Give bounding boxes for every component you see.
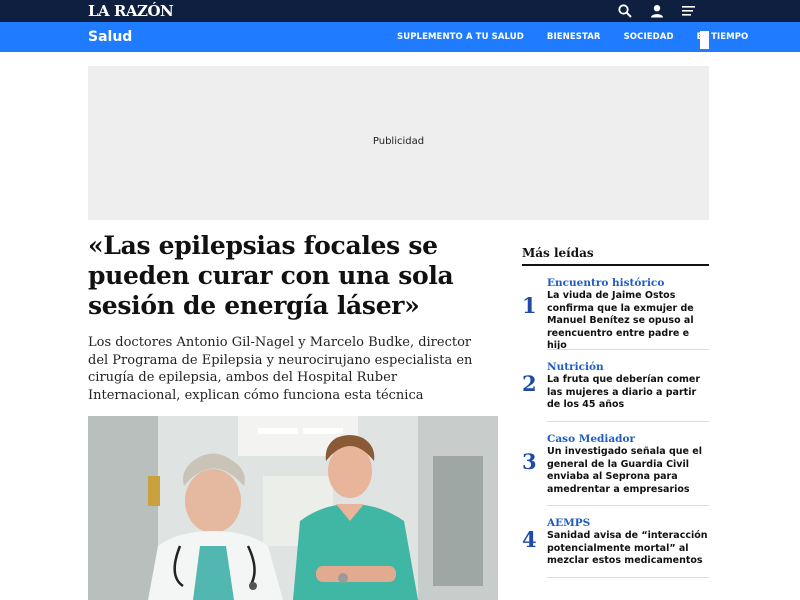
most-read-number: 3 bbox=[522, 449, 537, 474]
article-subhead: Los doctores Antonio Gil-Nagel y Marcelo… bbox=[88, 335, 473, 403]
most-read-number: 4 bbox=[522, 527, 537, 552]
nav-scroll-fade bbox=[700, 31, 709, 49]
most-read-divider bbox=[522, 264, 709, 266]
section-nav-bar: Salud SUPLEMENTO A TU SALUD BIENESTAR SO… bbox=[0, 22, 800, 52]
nav-link-sociedad[interactable]: SOCIEDAD bbox=[624, 32, 674, 42]
divider bbox=[547, 577, 709, 578]
user-icon[interactable] bbox=[648, 2, 666, 20]
ad-banner[interactable]: Publicidad bbox=[88, 66, 709, 220]
menu-icon[interactable] bbox=[680, 2, 698, 20]
divider bbox=[547, 421, 709, 422]
most-read-category[interactable]: AEMPS bbox=[547, 517, 590, 529]
most-read-headline[interactable]: Sanidad avisa de “interacción potencialm… bbox=[547, 530, 712, 568]
section-nav-links: SUPLEMENTO A TU SALUD BIENESTAR SOCIEDAD… bbox=[397, 22, 771, 52]
most-read-number: 2 bbox=[522, 371, 537, 396]
ad-label: Publicidad bbox=[372, 136, 425, 147]
most-read-headline[interactable]: La fruta que deberían comer las mujeres … bbox=[547, 374, 712, 412]
article-headline: «Las epilepsias focales se pueden curar … bbox=[88, 231, 454, 320]
top-brand-bar: LA RAZÓN bbox=[0, 0, 800, 22]
most-read-headline[interactable]: La viuda de Jaime Ostos confirma que la … bbox=[547, 290, 712, 353]
search-icon[interactable] bbox=[616, 2, 634, 20]
nav-link-bienestar[interactable]: BIENESTAR bbox=[547, 32, 601, 42]
nav-link-suplemento[interactable]: SUPLEMENTO A TU SALUD bbox=[397, 32, 524, 42]
site-logo[interactable]: LA RAZÓN bbox=[88, 1, 174, 21]
divider bbox=[547, 505, 709, 506]
most-read-headline[interactable]: Un investigado señala que el general de … bbox=[547, 446, 712, 496]
most-read-category[interactable]: Nutrición bbox=[547, 361, 604, 373]
divider bbox=[547, 349, 709, 350]
article-photo[interactable] bbox=[88, 416, 498, 600]
top-icons bbox=[616, 0, 698, 22]
most-read-number: 1 bbox=[522, 293, 537, 318]
most-read-category[interactable]: Caso Mediador bbox=[547, 433, 635, 445]
most-read-category[interactable]: Encuentro histórico bbox=[547, 277, 664, 289]
section-title[interactable]: Salud bbox=[88, 22, 132, 52]
most-read-title: Más leídas bbox=[522, 246, 594, 260]
